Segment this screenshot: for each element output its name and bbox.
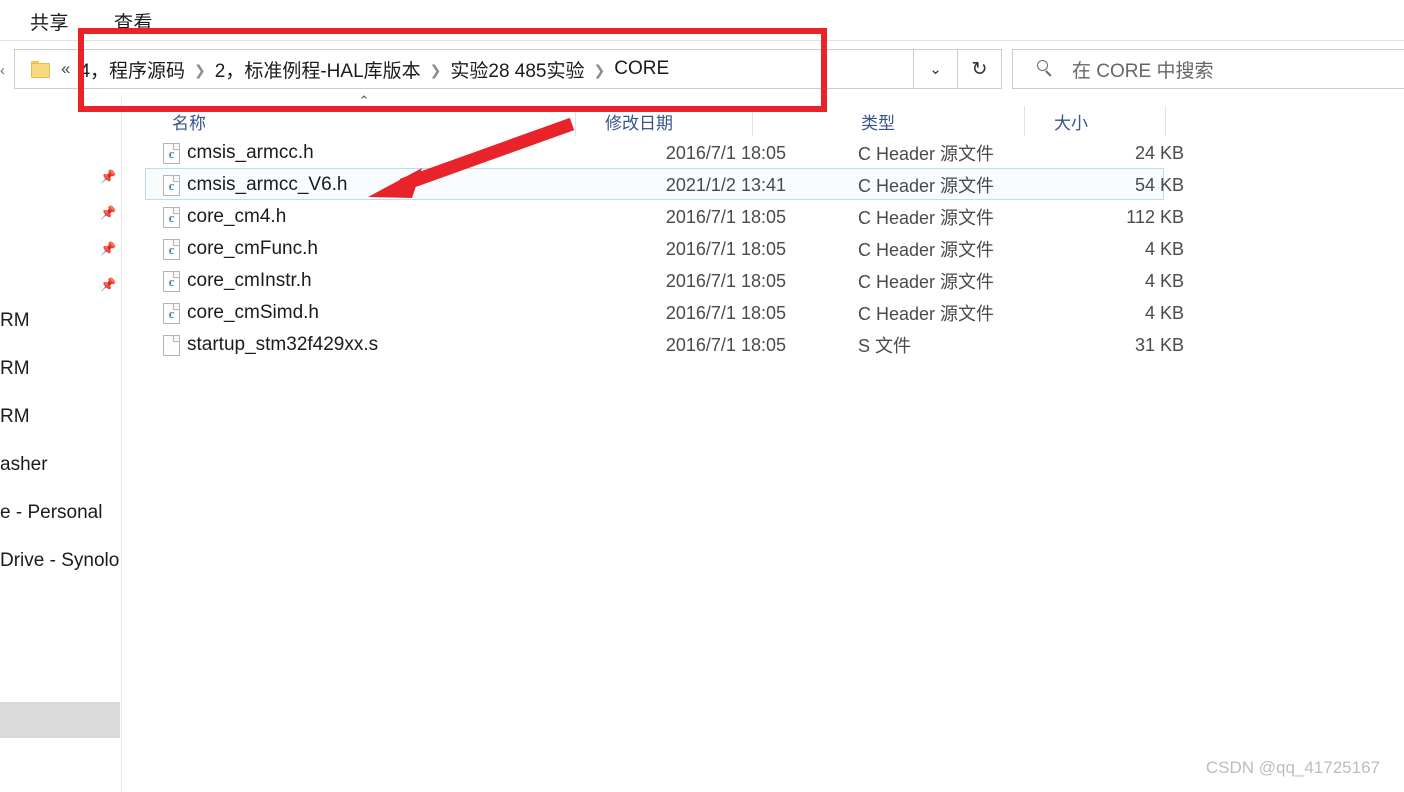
generic-file-icon: [163, 335, 180, 356]
sidebar-item-label[interactable]: Drive - Synolo: [0, 550, 119, 572]
table-row[interactable]: c core_cmFunc.h 2016/7/1 18:05 C Header 源文件…: [145, 232, 1184, 264]
c-header-file-icon: c: [163, 271, 180, 292]
search-input[interactable]: 在 CORE 中搜索: [1012, 49, 1404, 89]
file-name: startup_stm32f429xx.s: [187, 334, 379, 355]
pin-icon[interactable]: 📌: [100, 168, 117, 185]
file-size: 31 KB: [1134, 334, 1184, 355]
table-row[interactable]: c cmsis_armcc.h 2016/7/1 18:05 C Header 源文件…: [145, 136, 1184, 168]
file-size: 4 KB: [1144, 302, 1184, 323]
address-bar[interactable]: « 4，程序源码 ❯ 2，标准例程-HAL库版本 ❯ 实验28 485实验 ❯ …: [14, 49, 914, 89]
sidebar-item-label[interactable]: RM: [0, 310, 30, 332]
refresh-button[interactable]: ↻: [958, 49, 1002, 89]
c-header-file-icon: c: [163, 143, 180, 164]
sidebar-item-label[interactable]: RM: [0, 406, 30, 428]
sidebar-item-label[interactable]: e - Personal: [0, 502, 102, 524]
file-type: C Header 源文件: [858, 208, 995, 228]
file-name: cmsis_armcc_V6.h: [187, 174, 348, 195]
pin-icon[interactable]: 📌: [100, 276, 117, 293]
breadcrumb-item-1[interactable]: 2，标准例程-HAL库版本: [215, 56, 421, 83]
c-header-file-icon: c: [163, 239, 180, 260]
file-name: core_cm4.h: [187, 206, 287, 227]
file-size: 24 KB: [1134, 142, 1184, 163]
table-row[interactable]: c core_cmInstr.h 2016/7/1 18:05 C Header 源文…: [145, 264, 1184, 296]
breadcrumb-item-0[interactable]: 4，程序源码: [79, 56, 185, 83]
back-chevron-icon[interactable]: ‹: [0, 63, 12, 78]
chevron-down-icon: ⌄: [929, 61, 942, 78]
sort-ascending-icon[interactable]: ⌃: [356, 94, 372, 107]
column-header-row: 名称 修改日期 类型 大小: [121, 106, 1404, 137]
file-size: 112 KB: [1126, 206, 1184, 227]
c-header-file-icon: c: [163, 207, 180, 228]
search-placeholder: 在 CORE 中搜索: [1072, 60, 1214, 82]
column-header-type[interactable]: 类型: [832, 106, 1025, 136]
pin-icon[interactable]: 📌: [100, 240, 117, 257]
watermark: CSDN @qq_41725167: [1205, 758, 1380, 777]
pin-icon[interactable]: 📌: [100, 204, 117, 221]
breadcrumb-item-3[interactable]: CORE: [614, 58, 669, 80]
sidebar-item-label[interactable]: asher: [0, 454, 48, 476]
file-type: C Header 源文件: [858, 240, 995, 260]
file-type: C Header 源文件: [858, 272, 995, 292]
breadcrumb-item-2[interactable]: 实验28 485实验: [450, 56, 584, 83]
folder-icon: [31, 61, 51, 78]
c-header-file-icon: c: [163, 303, 180, 324]
file-name: core_cmSimd.h: [187, 302, 319, 323]
breadcrumb: « 4，程序源码 ❯ 2，标准例程-HAL库版本 ❯ 实验28 485实验 ❯ …: [61, 50, 669, 88]
file-date: 2016/7/1 18:05: [665, 238, 786, 259]
c-header-file-icon: c: [163, 175, 180, 196]
tab-share[interactable]: 共享: [30, 8, 69, 35]
refresh-icon: ↻: [971, 58, 988, 80]
file-size: 54 KB: [1134, 174, 1184, 195]
file-name: core_cmFunc.h: [187, 238, 318, 259]
column-header-date[interactable]: 修改日期: [576, 106, 753, 136]
breadcrumb-separator-icon[interactable]: ❯: [194, 62, 206, 79]
ribbon-tab-strip: 共享 查看: [0, 0, 1404, 41]
table-row[interactable]: c core_cmSimd.h 2016/7/1 18:05 C Header 源文件…: [145, 296, 1184, 328]
file-date: 2016/7/1 18:05: [665, 206, 786, 227]
tab-view[interactable]: 查看: [114, 8, 153, 35]
table-row[interactable]: startup_stm32f429xx.s 2016/7/1 18:05 S 文件 3…: [145, 328, 1184, 360]
file-date: 2016/7/1 18:05: [665, 270, 786, 291]
file-name: cmsis_armcc.h: [187, 142, 314, 163]
address-dropdown-button[interactable]: ⌄: [914, 49, 958, 89]
sidebar-item-highlighted[interactable]: [0, 702, 120, 738]
file-size: 4 KB: [1144, 238, 1184, 259]
file-type: C Header 源文件: [858, 176, 995, 196]
file-date: 2016/7/1 18:05: [665, 334, 786, 355]
file-name: core_cmInstr.h: [187, 270, 312, 291]
file-size: 4 KB: [1144, 270, 1184, 291]
address-bar-container: ‹ « 4，程序源码 ❯ 2，标准例程-HAL库版本 ❯ 实验28 485实验 …: [0, 41, 1404, 97]
file-type: S 文件: [858, 336, 912, 356]
column-header-name[interactable]: 名称: [143, 106, 576, 136]
file-type: C Header 源文件: [858, 304, 995, 324]
table-row[interactable]: c core_cm4.h 2016/7/1 18:05 C Header 源文件 112…: [145, 200, 1184, 232]
breadcrumb-separator-icon[interactable]: ❯: [594, 62, 606, 79]
column-header-size[interactable]: 大小: [1025, 106, 1166, 136]
navigation-sidebar: 📌 📌 📌 📌 RM RM RM asher e - Personal Drive - Syno…: [0, 97, 122, 792]
table-row[interactable]: c cmsis_armcc_V6.h 2021/1/2 13:41 C Header …: [145, 168, 1184, 200]
breadcrumb-overflow-icon[interactable]: «: [61, 59, 70, 79]
sidebar-item-label[interactable]: RM: [0, 358, 30, 380]
breadcrumb-separator-icon[interactable]: ❯: [430, 62, 442, 79]
file-date: 2016/7/1 18:05: [665, 142, 786, 163]
file-date: 2021/1/2 13:41: [665, 174, 786, 195]
file-date: 2016/7/1 18:05: [665, 302, 786, 323]
file-list: c cmsis_armcc.h 2016/7/1 18:05 C Header 源文件…: [121, 136, 1404, 792]
search-icon: [1037, 60, 1055, 78]
file-type: C Header 源文件: [858, 144, 995, 164]
